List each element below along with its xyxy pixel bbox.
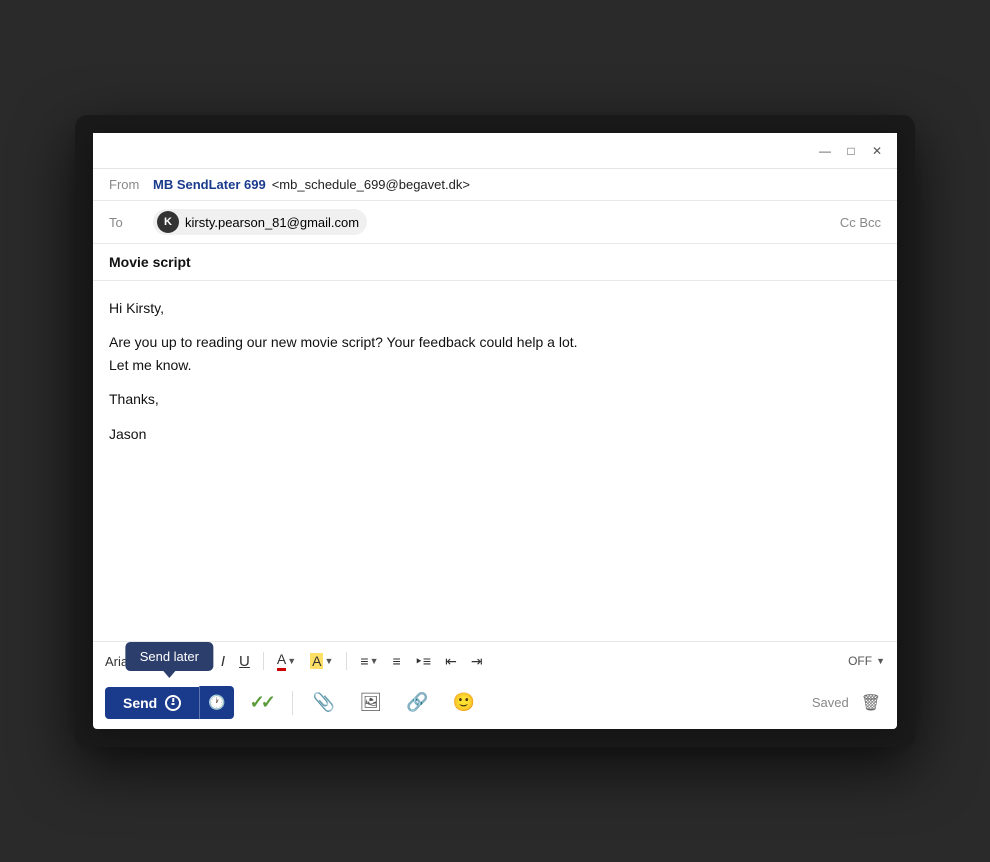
title-bar: — □ ✕: [93, 133, 897, 169]
double-check-button[interactable]: ✓✓: [242, 688, 280, 717]
italic-button[interactable]: I: [216, 650, 230, 673]
toolbar-separator-1: [182, 652, 183, 670]
email-body[interactable]: Hi Kirsty, Are you up to reading our new…: [93, 281, 897, 641]
send-label: Send: [123, 695, 157, 711]
off-dropdown-arrow: ▼: [876, 656, 885, 666]
image-button[interactable]: 🖼: [351, 688, 390, 717]
body-line2: Let me know.: [109, 357, 192, 373]
attachment-button[interactable]: 📎: [305, 688, 343, 717]
send-button-group: Send later Send 🕐: [105, 686, 234, 719]
action-row: Send later Send 🕐 ✓✓ 📎 🖼: [93, 680, 897, 729]
link-icon: 🔗: [406, 692, 428, 712]
emoji-icon: 🙂: [453, 692, 475, 712]
font-color-icon: A: [277, 651, 286, 671]
send-clock-icon: 🕐: [208, 694, 225, 711]
emoji-button[interactable]: 🙂: [445, 688, 483, 717]
window-controls: — □ ✕: [817, 143, 885, 159]
ordered-list-button[interactable]: ≡: [388, 650, 406, 672]
action-separator: [292, 691, 293, 715]
highlight-color-button[interactable]: A ▼: [305, 650, 338, 672]
maximize-button[interactable]: □: [843, 143, 859, 159]
greeting: Hi Kirsty,: [109, 300, 164, 316]
to-label: To: [109, 215, 145, 230]
font-color-dropdown-arrow: ▼: [287, 656, 296, 666]
highlight-color-group: A ▼: [305, 650, 338, 672]
saved-status: Saved 🗑: [812, 689, 885, 717]
font-color-group: A ▼: [272, 648, 301, 674]
double-check-icon: ✓✓: [250, 692, 272, 713]
font-name-label: Arial: [105, 654, 131, 669]
link-button[interactable]: 🔗: [398, 688, 436, 717]
from-label: From: [109, 177, 145, 192]
to-row: To K kirsty.pearson_81@gmail.com Cc Bcc: [93, 201, 897, 244]
body-line1: Are you up to reading our new movie scri…: [109, 334, 578, 350]
formatting-toolbar: Arial 10 12 14 16 18 B I U A ▼: [93, 641, 897, 680]
font-color-button[interactable]: A ▼: [272, 648, 301, 674]
align-button[interactable]: ≡ ▼: [355, 650, 383, 672]
highlight-color-icon: A: [310, 653, 323, 669]
align-dropdown-arrow: ▼: [370, 656, 379, 666]
indent-left-icon: ⇤: [445, 653, 457, 670]
underline-button[interactable]: U: [234, 650, 255, 673]
image-icon: 🖼: [359, 692, 382, 712]
delete-draft-button[interactable]: 🗑: [857, 689, 885, 717]
send-dropdown-button[interactable]: 🕐: [199, 686, 233, 719]
saved-label: Saved: [812, 695, 849, 710]
toolbar-separator-3: [346, 652, 347, 670]
subject-text: Movie script: [109, 254, 191, 270]
recipient-badge[interactable]: K kirsty.pearson_81@gmail.com: [153, 209, 367, 235]
highlight-dropdown-arrow: ▼: [324, 656, 333, 666]
from-row: From MB SendLater 699 <mb_schedule_699@b…: [93, 169, 897, 201]
sender-name: MB SendLater 699: [153, 177, 266, 192]
attachment-icon: 📎: [313, 692, 335, 712]
recipient-avatar: K: [157, 211, 179, 233]
toolbar-separator-2: [263, 652, 264, 670]
signature: Jason: [109, 426, 146, 442]
recipient-email: kirsty.pearson_81@gmail.com: [185, 215, 359, 230]
minimize-button[interactable]: —: [817, 143, 833, 159]
trash-icon: 🗑: [861, 695, 881, 712]
off-badge: OFF ▼: [848, 654, 885, 668]
unordered-list-button[interactable]: ‣≡: [410, 650, 436, 673]
align-icon: ≡: [360, 653, 368, 669]
send-button[interactable]: Send: [105, 687, 199, 719]
indent-left-button[interactable]: ⇤: [440, 650, 462, 673]
subject-row: Movie script: [93, 244, 897, 281]
indent-right-button[interactable]: ⇥: [466, 650, 488, 673]
font-size-select[interactable]: 10 12 14 16 18: [139, 653, 174, 670]
closing: Thanks,: [109, 391, 159, 407]
cc-bcc-button[interactable]: Cc Bcc: [840, 215, 881, 230]
bold-button[interactable]: B: [191, 650, 212, 673]
unordered-list-icon: ‣≡: [415, 653, 431, 670]
clock-icon: [165, 695, 181, 711]
sender-email: <mb_schedule_699@begavet.dk>: [272, 177, 470, 192]
indent-right-icon: ⇥: [471, 653, 483, 670]
ordered-list-icon: ≡: [393, 653, 401, 669]
off-label: OFF: [848, 654, 872, 668]
alignment-group: ≡ ▼: [355, 650, 383, 672]
close-button[interactable]: ✕: [869, 143, 885, 159]
